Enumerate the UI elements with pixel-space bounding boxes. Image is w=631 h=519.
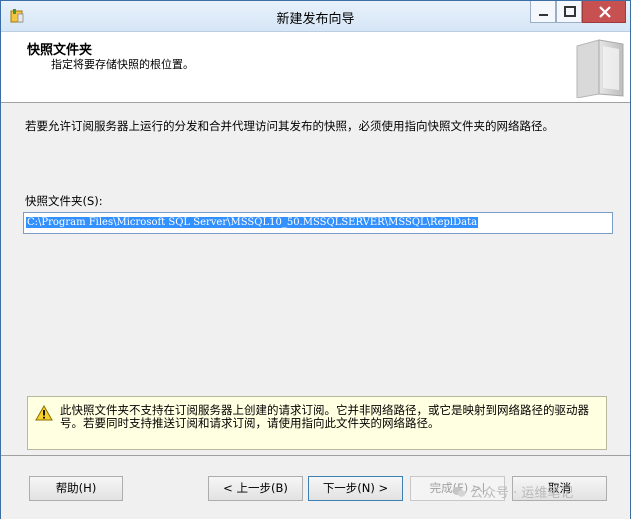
next-button[interactable]: 下一步(N) > — [308, 476, 403, 501]
snapshot-folder-label: 快照文件夹(S): — [25, 194, 103, 208]
cancel-button[interactable]: 取消 — [512, 476, 607, 501]
page-description: 指定将要存储快照的根位置。 — [51, 58, 194, 71]
content-area: 若要允许订阅服务器上运行的分发和合并代理访问其发布的快照，必须使用指向快照文件夹… — [1, 103, 630, 455]
help-button[interactable]: 帮助(H) — [29, 476, 123, 501]
intro-text: 若要允许订阅服务器上运行的分发和合并代理访问其发布的快照，必须使用指向快照文件夹… — [25, 119, 554, 133]
maximize-icon — [564, 6, 576, 17]
title-bar[interactable]: 新建发布向导 — [1, 1, 630, 32]
warning-box: 此快照文件夹不支持在订阅服务器上创建的请求订阅。它并非网络路径，或它是映射到网络… — [27, 396, 607, 450]
close-button[interactable] — [582, 1, 626, 23]
finish-button: 完成(F) >| — [410, 476, 505, 501]
minimize-icon — [539, 14, 548, 16]
button-bar: 帮助(H) < 上一步(B) 下一步(N) > 完成(F) >| 取消 — [1, 455, 630, 519]
warning-text: 此快照文件夹不支持在订阅服务器上创建的请求订阅。它并非网络路径，或它是映射到网络… — [60, 403, 589, 430]
warning-icon — [35, 405, 53, 421]
snapshot-folder-value: C:\Program Files\Microsoft SQL Server\MS… — [26, 217, 479, 228]
maximize-button[interactable] — [556, 1, 582, 23]
close-icon — [599, 6, 611, 18]
wizard-book-icon — [576, 39, 624, 98]
back-button[interactable]: < 上一步(B) — [208, 476, 303, 501]
snapshot-folder-input[interactable]: C:\Program Files\Microsoft SQL Server\MS… — [23, 212, 613, 234]
minimize-button[interactable] — [530, 1, 556, 23]
wizard-window: 新建发布向导 快照文件夹 指定将要存储快照的根位置。 若要允许订阅服务器上运行的… — [0, 0, 631, 519]
header-panel: 快照文件夹 指定将要存储快照的根位置。 — [1, 32, 630, 103]
